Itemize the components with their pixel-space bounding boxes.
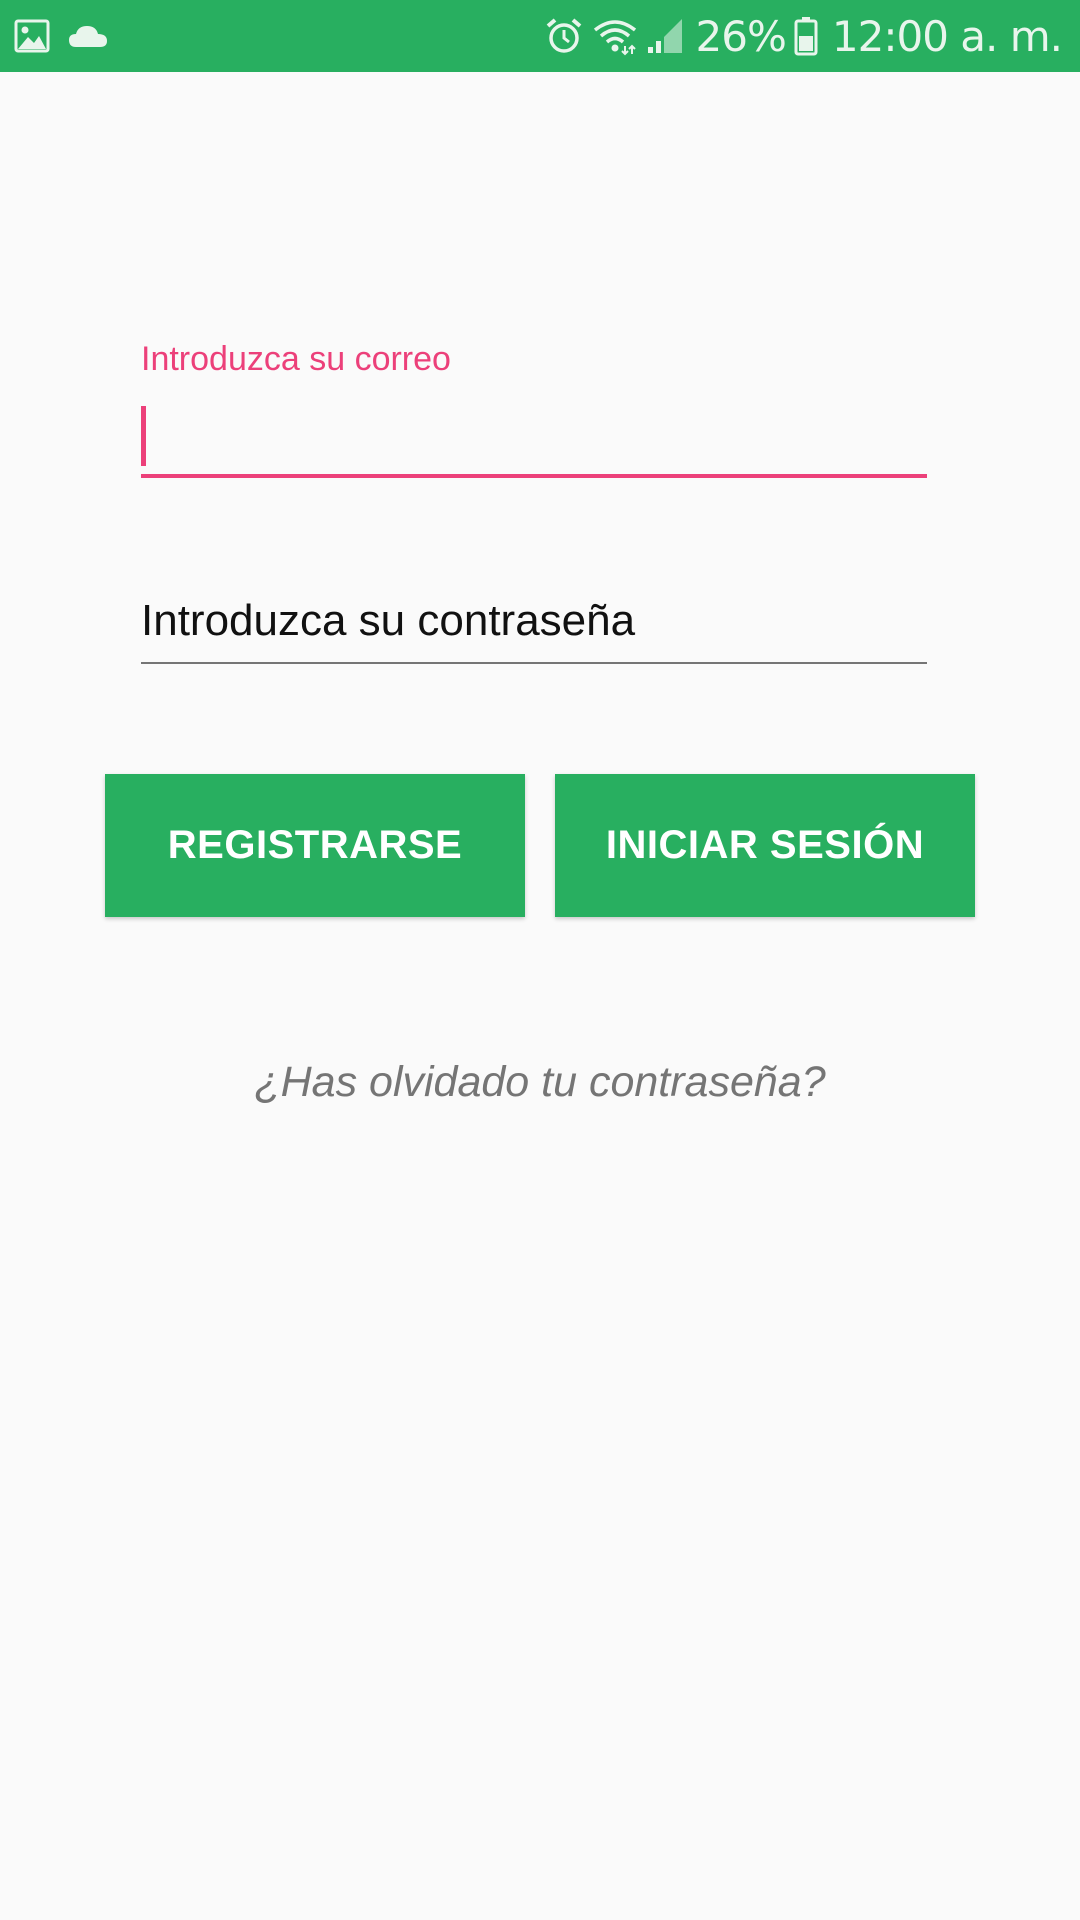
status-bar: 26% 12:00 a. m. [0, 0, 1080, 72]
status-bar-system: 26% 12:00 a. m. [544, 10, 1063, 62]
register-button[interactable]: REGISTRARSE [105, 774, 525, 917]
battery-percentage: 26% [695, 11, 787, 61]
battery-icon [794, 16, 818, 56]
alarm-icon [544, 16, 584, 56]
login-screen: 26% 12:00 a. m. Introduzca su correo Int… [0, 0, 1080, 1920]
text-cursor [141, 406, 146, 466]
email-field-label: Introduzca su correo [141, 340, 451, 378]
password-placeholder: Introduzca su contraseña [141, 596, 636, 645]
password-field[interactable]: Introduzca su contraseña [141, 592, 927, 664]
login-button[interactable]: INICIAR SESIÓN [555, 774, 975, 917]
wifi-icon [592, 16, 638, 56]
forgot-password-link[interactable]: ¿Has olvidado tu contraseña? [0, 1058, 1080, 1107]
cloud-icon [68, 23, 108, 49]
email-field[interactable] [141, 400, 927, 478]
status-bar-notifications [14, 18, 108, 54]
signal-icon [646, 17, 684, 55]
image-icon [14, 19, 50, 53]
clock: 12:00 a. m. [831, 11, 1063, 61]
